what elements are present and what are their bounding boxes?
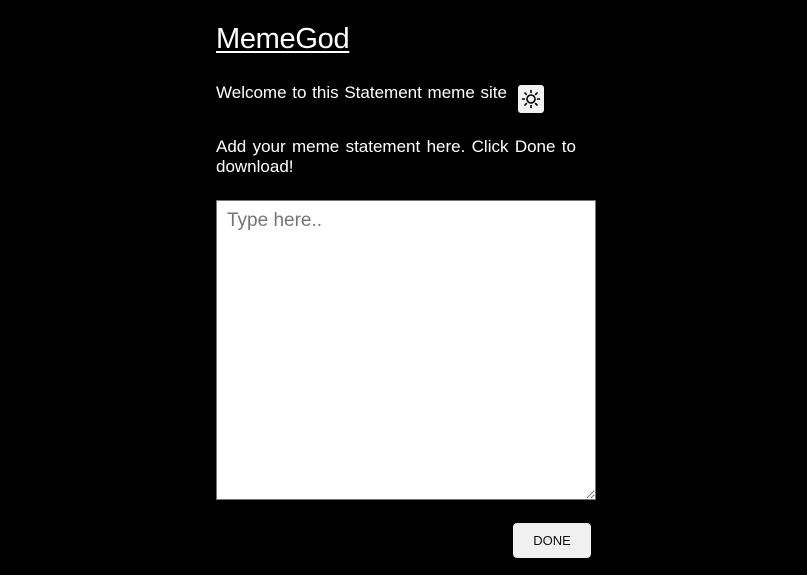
sun-icon [521, 89, 541, 109]
welcome-row: Welcome to this Statement meme site [216, 84, 544, 113]
meme-statement-input[interactable] [216, 200, 596, 500]
welcome-text: Welcome to this Statement meme site [216, 83, 507, 102]
page: MemeGod Welcome to this Statement meme s… [0, 0, 807, 575]
site-title-link[interactable]: MemeGod [216, 23, 350, 56]
theme-toggle-button[interactable] [517, 85, 544, 113]
instructions-text: Add your meme statement here. Click Done… [216, 137, 576, 176]
done-button[interactable]: DONE [513, 523, 591, 558]
